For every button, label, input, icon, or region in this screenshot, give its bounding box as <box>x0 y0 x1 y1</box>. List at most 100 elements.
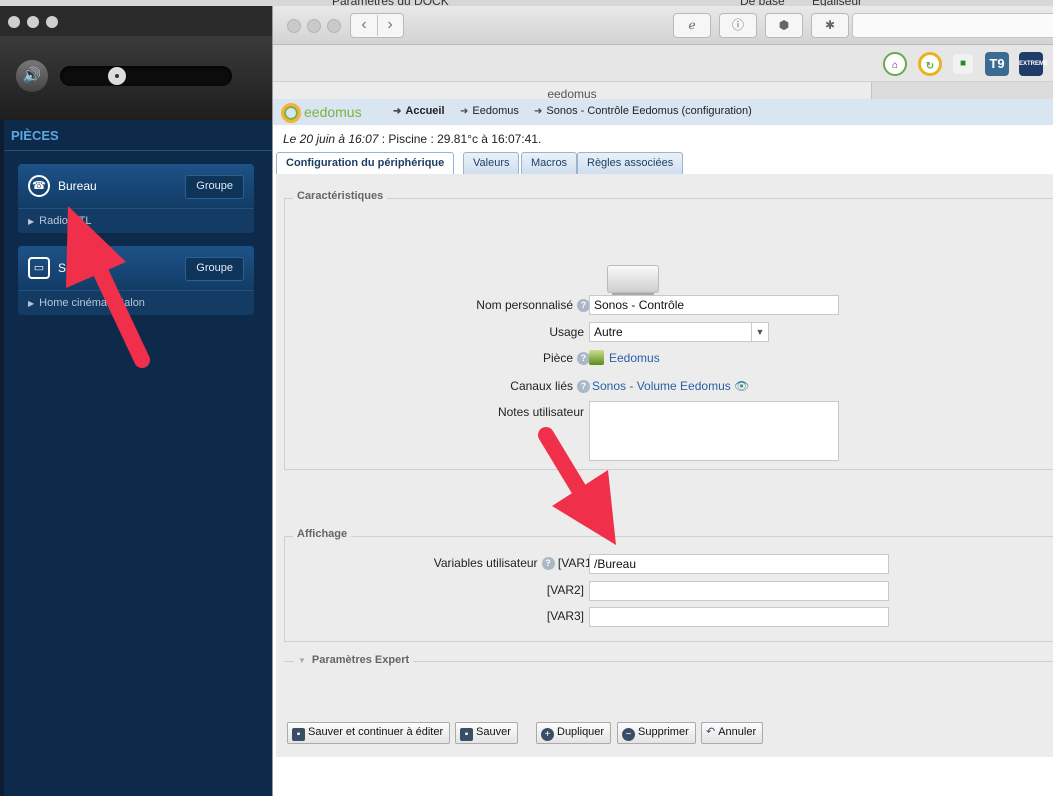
divider <box>4 150 272 151</box>
password-icon[interactable]: ✱ <box>811 13 849 38</box>
display-legend: Affichage <box>293 528 352 540</box>
linked-channels-label: Canaux liés? <box>405 379 590 394</box>
breadcrumb-arrow-icon: ➜ <box>393 106 402 117</box>
volume-slider-knob[interactable] <box>108 67 126 85</box>
extreme-icon[interactable]: EXTREME <box>1019 52 1048 76</box>
room-header[interactable]: ☎ Bureau Groupe <box>18 164 254 208</box>
usage-select[interactable]: Autre ▼ <box>589 322 769 342</box>
var3-input[interactable] <box>589 607 889 627</box>
room-name: Salon <box>58 261 89 275</box>
room-source-label: Radio RTL <box>39 215 92 227</box>
breadcrumb-eedomus[interactable]: ➜ Eedomus <box>460 105 519 117</box>
history-nav: ‹ › <box>350 13 404 38</box>
room-name: Bureau <box>58 179 97 193</box>
refresh-circle-icon[interactable]: ↻ <box>918 52 942 76</box>
sonos-device-image <box>607 265 659 295</box>
address-bar[interactable] <box>852 13 1053 38</box>
sonos-titlebar <box>0 6 272 36</box>
user-notes-textarea[interactable] <box>589 401 839 461</box>
room-header[interactable]: ▭ Salon Groupe <box>18 246 254 290</box>
tab-configuration[interactable]: Configuration du périphérique <box>276 152 455 175</box>
volume-bar: 🔊 <box>0 36 272 120</box>
green-square-icon[interactable]: ■ <box>953 54 973 74</box>
room-source[interactable]: ▶ Radio RTL <box>18 208 254 233</box>
duplicate-button[interactable]: + Dupliquer <box>536 722 612 744</box>
extensions-bar: ⌂ ↻ ■ T9 EXTREME <box>273 45 1053 82</box>
save-continue-button[interactable]: ▪ Sauver et continuer à éditer <box>287 722 451 744</box>
floppy-disk-icon: ▪ <box>460 728 473 741</box>
browser-window: ‹ › ℯ ⓘ ⬢ ✱ ⌂ ↻ ■ T9 EXTREME eedomus eed… <box>272 6 1053 796</box>
rooms-panel: PIÈCES ☎ Bureau Groupe ▶ Radio RTL ▭ Salo… <box>4 120 272 796</box>
help-icon[interactable]: ? <box>577 380 590 394</box>
speaker-icon[interactable]: 🔊 <box>16 60 48 92</box>
adblock-icon[interactable]: ⬢ <box>765 13 803 38</box>
room-label-text: Pièce <box>542 351 573 365</box>
var1-input[interactable]: /Bureau <box>589 554 889 574</box>
eye-icon[interactable]: 👁 <box>734 379 749 393</box>
play-triangle-icon: ▶ <box>28 299 35 308</box>
tab-valeurs[interactable]: Valeurs <box>463 152 520 174</box>
delete-button[interactable]: − Supprimer <box>617 722 696 744</box>
cancel-button[interactable]: ↶ Annuler <box>701 722 764 744</box>
save-label: Sauver <box>476 726 511 738</box>
breadcrumb-eedomus-label: Eedomus <box>472 105 519 117</box>
breadcrumb-current: ➜ Sonos - Contrôle Eedomus (configuration… <box>534 105 752 117</box>
usage-select-value: Autre <box>594 325 623 339</box>
room-card-salon[interactable]: ▭ Salon Groupe ▶ Home cinéma - Salon <box>18 246 254 315</box>
zoom-window-button[interactable] <box>327 19 341 33</box>
status-line: Le 20 juin à 16:07 : Piscine : 29.81°c à… <box>283 132 541 146</box>
tab-macros[interactable]: Macros <box>521 152 578 174</box>
minus-circle-icon: − <box>622 728 635 741</box>
eedomus-logo[interactable]: eedomus <box>281 102 362 124</box>
user-notes-label: Notes utilisateur <box>497 405 584 419</box>
minimize-window-button[interactable] <box>307 19 321 33</box>
room-card-bureau[interactable]: ☎ Bureau Groupe ▶ Radio RTL <box>18 164 254 233</box>
room-source-label: Home cinéma - Salon <box>39 297 145 309</box>
characteristics-legend: Caractéristiques <box>293 190 388 202</box>
floppy-disk-icon: ▪ <box>292 728 305 741</box>
group-button[interactable]: Groupe <box>185 257 244 281</box>
sonos-window: 🔊 PIÈCES ☎ Bureau Groupe ▶ Radio RTL ▭ Sa… <box>0 6 272 796</box>
back-arrow-icon[interactable]: ‹ <box>351 15 378 36</box>
duplicate-label: Dupliquer <box>557 726 605 738</box>
room-label: Pièce? <box>405 351 590 366</box>
close-window-button[interactable] <box>287 19 301 33</box>
display-fieldset: Affichage Variables utilisateur? [VAR1] … <box>284 528 1053 642</box>
usage-label: Usage <box>549 325 584 339</box>
zoom-window-button[interactable] <box>46 16 58 28</box>
save-continue-label: Sauver et continuer à éditer <box>308 726 444 738</box>
tab-regles[interactable]: Règles associées <box>577 152 684 174</box>
eedomus-logo-text: eedomus <box>304 104 362 120</box>
save-button[interactable]: ▪ Sauver <box>455 722 518 744</box>
radio-icon: ☎ <box>28 175 50 197</box>
help-icon[interactable]: ? <box>541 557 555 571</box>
room-source[interactable]: ▶ Home cinéma - Salon <box>18 290 254 315</box>
characteristics-fieldset: Caractéristiques Nom personnalisé? Sonos… <box>284 190 1053 470</box>
info-icon[interactable]: ⓘ <box>719 13 757 38</box>
rooms-title: PIÈCES <box>11 128 59 143</box>
close-window-button[interactable] <box>8 16 20 28</box>
volume-slider[interactable] <box>60 66 232 86</box>
expert-toggle[interactable]: ▼ Paramètres Expert <box>294 654 414 666</box>
browser-toolbar: ‹ › ℯ ⓘ ⬢ ✱ <box>273 6 1053 45</box>
var2-label: [VAR2] <box>546 583 584 597</box>
var2-input[interactable] <box>589 581 889 601</box>
linked-channel-link[interactable]: Sonos - Volume Eedomus 👁 <box>592 379 749 393</box>
group-button[interactable]: Groupe <box>185 175 244 199</box>
room-link[interactable]: Eedomus <box>609 351 660 365</box>
breadcrumb-home[interactable]: ➜ Accueil <box>393 105 445 117</box>
maps-icon[interactable]: ⌂ <box>883 52 907 76</box>
minimize-window-button[interactable] <box>27 16 39 28</box>
forward-arrow-icon[interactable]: › <box>377 15 403 36</box>
t9-icon[interactable]: T9 <box>985 52 1009 76</box>
custom-name-input[interactable]: Sonos - Contrôle <box>589 295 839 315</box>
breadcrumb-arrow-icon: ➜ <box>534 106 543 117</box>
tv-icon: ▭ <box>28 257 50 279</box>
breadcrumb-arrow-icon: ➜ <box>460 106 469 117</box>
chevron-down-icon: ▼ <box>298 656 306 665</box>
status-date: Le 20 juin à 16:07 <box>283 132 379 146</box>
var3-label: [VAR3] <box>546 609 584 623</box>
ie-tab-icon[interactable]: ℯ <box>673 13 711 38</box>
breadcrumb-home-label: Accueil <box>405 105 445 117</box>
eedomus-header: eedomus ➜ Accueil ➜ Eedomus ➜ Sonos - Contr… <box>273 99 1053 125</box>
